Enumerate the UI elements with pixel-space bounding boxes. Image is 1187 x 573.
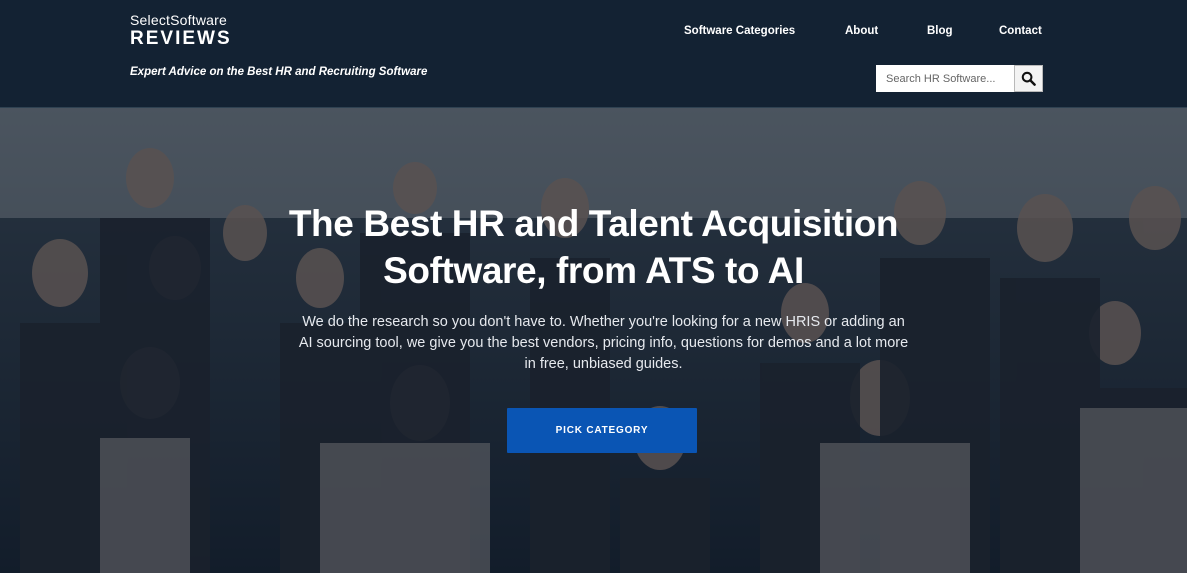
search-input[interactable] <box>876 65 1014 92</box>
hero-subtitle-line: AI sourcing tool, we give you the best v… <box>298 335 909 351</box>
hero-section: The Best HR and Talent Acquisition Softw… <box>0 108 1187 573</box>
site-header: SelectSoftware REVIEWS Expert Advice on … <box>0 0 1187 107</box>
site-tagline: Expert Advice on the Best HR and Recruit… <box>130 66 428 78</box>
search-icon <box>1021 71 1036 86</box>
nav-about[interactable]: About <box>845 25 878 37</box>
hero-subtitle: We do the research so you don't have to.… <box>270 312 937 375</box>
logo-bottom-text: REVIEWS <box>130 28 232 49</box>
nav-blog[interactable]: Blog <box>927 25 953 37</box>
search-button[interactable] <box>1014 65 1043 92</box>
search-form <box>876 65 1043 92</box>
hero-subtitle-line: We do the research so you don't have to.… <box>302 314 905 330</box>
hero-title: The Best HR and Talent Acquisition Softw… <box>200 200 987 294</box>
nav-software-categories[interactable]: Software Categories <box>684 25 795 37</box>
nav-contact[interactable]: Contact <box>999 25 1042 37</box>
hero-title-line: Software, from ATS to AI <box>383 250 804 291</box>
site-logo[interactable]: SelectSoftware REVIEWS <box>130 12 232 50</box>
hero-title-line: The Best HR and Talent Acquisition <box>288 203 899 244</box>
hero-subtitle-line: in free, unbiased guides. <box>524 356 683 372</box>
logo-top-text: SelectSoftware <box>130 12 227 28</box>
pick-category-button[interactable]: PICK CATEGORY <box>507 408 697 453</box>
